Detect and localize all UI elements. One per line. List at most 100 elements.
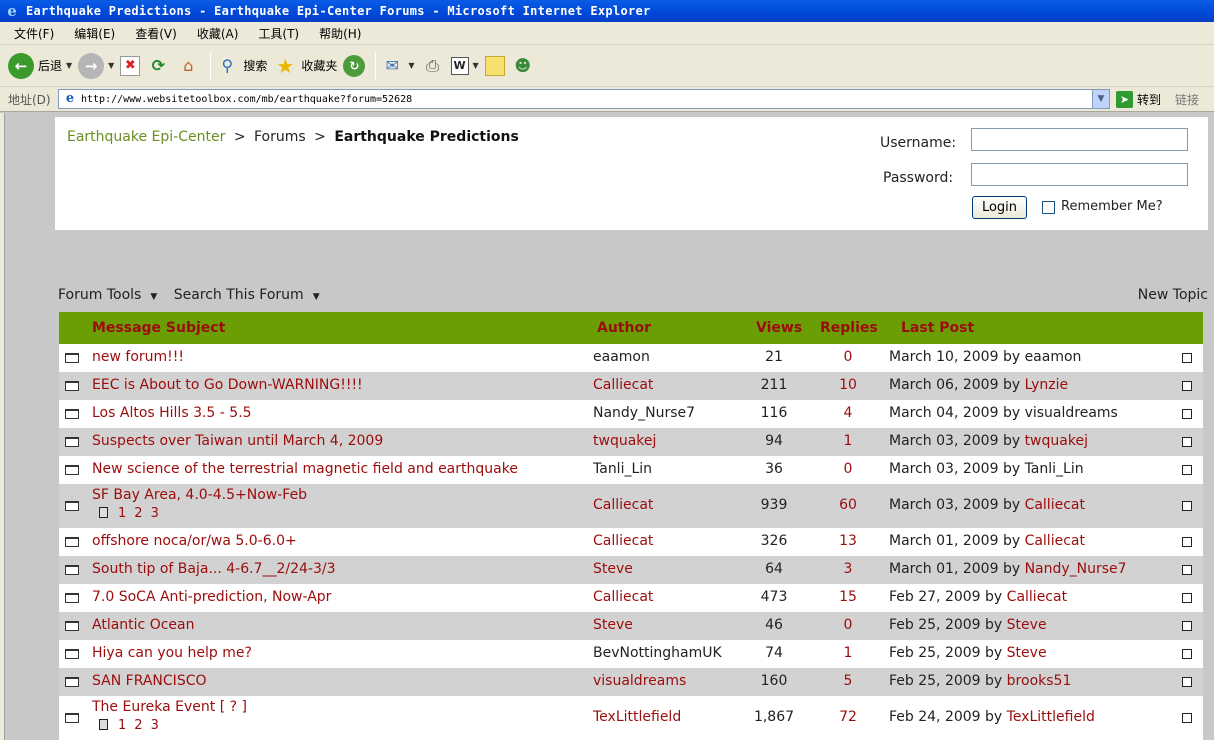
topic-select-checkbox[interactable] [1182, 713, 1192, 723]
topic-select-checkbox[interactable] [1182, 621, 1192, 631]
header-views[interactable]: Views [756, 320, 802, 336]
topic-subject-link[interactable]: new forum!!! [92, 349, 184, 365]
topic-replies[interactable]: 0 [814, 461, 882, 477]
forward-button[interactable]: → ▼ [78, 49, 114, 83]
topic-author-link[interactable]: twquakej [593, 433, 656, 449]
topic-author-link[interactable]: Steve [593, 561, 633, 577]
topic-select-checkbox[interactable] [1182, 677, 1192, 687]
forward-dropdown-icon[interactable]: ▼ [108, 61, 114, 70]
remember-me-checkbox[interactable] [1042, 201, 1055, 214]
remember-me-label[interactable]: Remember Me? [1061, 199, 1163, 214]
topic-subject-link[interactable]: The Eureka Event [ ? ] [92, 699, 247, 715]
topic-select-checkbox[interactable] [1182, 565, 1192, 575]
last-post-author-link[interactable]: Steve [1007, 617, 1047, 633]
header-author[interactable]: Author [597, 320, 651, 336]
topic-subject-link[interactable]: 7.0 SoCA Anti-prediction, Now-Apr [92, 589, 331, 605]
topic-replies[interactable]: 3 [814, 561, 882, 577]
stop-button[interactable]: ✖ [120, 49, 141, 83]
topic-subject-link[interactable]: EEC is About to Go Down-WARNING!!!! [92, 377, 363, 393]
address-dropdown-icon[interactable]: ▼ [1092, 90, 1109, 108]
topic-replies[interactable]: 10 [814, 377, 882, 393]
breadcrumb-forums-link[interactable]: Forums [254, 129, 306, 145]
menu-edit[interactable]: 编辑(E) [64, 25, 125, 42]
topic-replies[interactable]: 0 [814, 349, 882, 365]
favorites-button[interactable]: ★ 收藏夹 [273, 49, 337, 83]
back-button[interactable]: ← 后退 ▼ [8, 49, 72, 83]
home-button[interactable]: ⌂ [176, 49, 200, 83]
topic-replies[interactable]: 13 [814, 533, 882, 549]
discuss-button[interactable] [484, 49, 505, 83]
topic-subject-link[interactable]: SF Bay Area, 4.0-4.5+Now-Feb [92, 487, 307, 503]
history-button[interactable]: ↻ [343, 49, 366, 83]
topic-replies[interactable]: 0 [814, 617, 882, 633]
topic-author-link[interactable]: eaamon [593, 349, 650, 365]
username-input[interactable] [971, 128, 1188, 151]
menu-help[interactable]: 帮助(H) [309, 25, 371, 42]
topic-author-link[interactable]: Tanli_Lin [593, 461, 652, 477]
topic-subject-link[interactable]: Suspects over Taiwan until March 4, 2009 [92, 433, 383, 449]
topic-subject-link[interactable]: New science of the terrestrial magnetic … [92, 461, 518, 477]
go-button[interactable]: ➤ 转到 [1116, 90, 1161, 108]
mail-dropdown-icon[interactable]: ▼ [408, 61, 414, 70]
topic-replies[interactable]: 1 [814, 645, 882, 661]
forum-tools-menu[interactable]: Forum Tools ▼ [58, 287, 163, 303]
topic-replies[interactable]: 4 [814, 405, 882, 421]
menu-tools[interactable]: 工具(T) [248, 25, 309, 42]
topic-select-checkbox[interactable] [1182, 465, 1192, 475]
header-replies[interactable]: Replies [820, 320, 878, 336]
page-link[interactable]: 1 [118, 506, 126, 521]
last-post-author-link[interactable]: Calliecat [1025, 497, 1085, 513]
messenger-button[interactable]: ☻ [511, 49, 535, 83]
topic-replies[interactable]: 72 [814, 709, 882, 725]
topic-select-checkbox[interactable] [1182, 353, 1192, 363]
breadcrumb-home-link[interactable]: Earthquake Epi-Center [67, 129, 225, 145]
back-dropdown-icon[interactable]: ▼ [66, 61, 72, 70]
menu-favorites[interactable]: 收藏(A) [187, 25, 249, 42]
last-post-author-link[interactable]: Lynzie [1025, 377, 1069, 393]
topic-subject-link[interactable]: offshore noca/or/wa 5.0-6.0+ [92, 533, 297, 549]
header-subject[interactable]: Message Subject [92, 320, 225, 336]
search-button[interactable]: ⚲ 搜索 [215, 49, 267, 83]
page-link[interactable]: 3 [151, 506, 159, 521]
topic-author-link[interactable]: Calliecat [593, 533, 653, 549]
last-post-author-link[interactable]: Calliecat [1007, 589, 1067, 605]
password-input[interactable] [971, 163, 1188, 186]
topic-subject-link[interactable]: South tip of Baja... 4-6.7__2/24-3/3 [92, 561, 336, 577]
topic-replies[interactable]: 1 [814, 433, 882, 449]
last-post-author-link[interactable]: TexLittlefield [1007, 709, 1095, 725]
last-post-author-link[interactable]: eaamon [1025, 349, 1082, 365]
topic-select-checkbox[interactable] [1182, 537, 1192, 547]
last-post-author-link[interactable]: Nandy_Nurse7 [1025, 561, 1127, 577]
topic-subject-link[interactable]: Atlantic Ocean [92, 617, 194, 633]
topic-replies[interactable]: 60 [814, 497, 882, 513]
new-topic-link[interactable]: New Topic [1138, 287, 1208, 303]
last-post-author-link[interactable]: Steve [1007, 645, 1047, 661]
last-post-author-link[interactable]: brooks51 [1007, 673, 1072, 689]
topic-author-link[interactable]: Calliecat [593, 377, 653, 393]
topic-author-link[interactable]: BevNottinghamUK [593, 645, 722, 661]
topic-select-checkbox[interactable] [1182, 501, 1192, 511]
topic-select-checkbox[interactable] [1182, 437, 1192, 447]
refresh-button[interactable]: ⟳ [146, 49, 170, 83]
page-link[interactable]: 2 [134, 506, 142, 521]
topic-author-link[interactable]: Calliecat [593, 497, 653, 513]
topic-author-link[interactable]: TexLittlefield [593, 709, 681, 725]
search-forum-menu[interactable]: Search This Forum ▼ [174, 287, 326, 303]
topic-author-link[interactable]: Nandy_Nurse7 [593, 405, 695, 421]
last-post-author-link[interactable]: Tanli_Lin [1025, 461, 1084, 477]
topic-author-link[interactable]: visualdreams [593, 673, 686, 689]
last-post-author-link[interactable]: Calliecat [1025, 533, 1085, 549]
topic-replies[interactable]: 5 [814, 673, 882, 689]
topic-select-checkbox[interactable] [1182, 381, 1192, 391]
edit-dropdown-icon[interactable]: ▼ [473, 61, 479, 70]
topic-author-link[interactable]: Steve [593, 617, 633, 633]
last-post-author-link[interactable]: visualdreams [1025, 405, 1118, 421]
topic-replies[interactable]: 15 [814, 589, 882, 605]
address-input[interactable]: e http://www.websitetoolbox.com/mb/earth… [58, 89, 1110, 109]
topic-subject-link[interactable]: Los Altos Hills 3.5 - 5.5 [92, 405, 252, 421]
topic-select-checkbox[interactable] [1182, 593, 1192, 603]
topic-author-link[interactable]: Calliecat [593, 589, 653, 605]
topic-select-checkbox[interactable] [1182, 649, 1192, 659]
header-last-post[interactable]: Last Post [901, 320, 974, 336]
login-button[interactable]: Login [972, 196, 1027, 219]
